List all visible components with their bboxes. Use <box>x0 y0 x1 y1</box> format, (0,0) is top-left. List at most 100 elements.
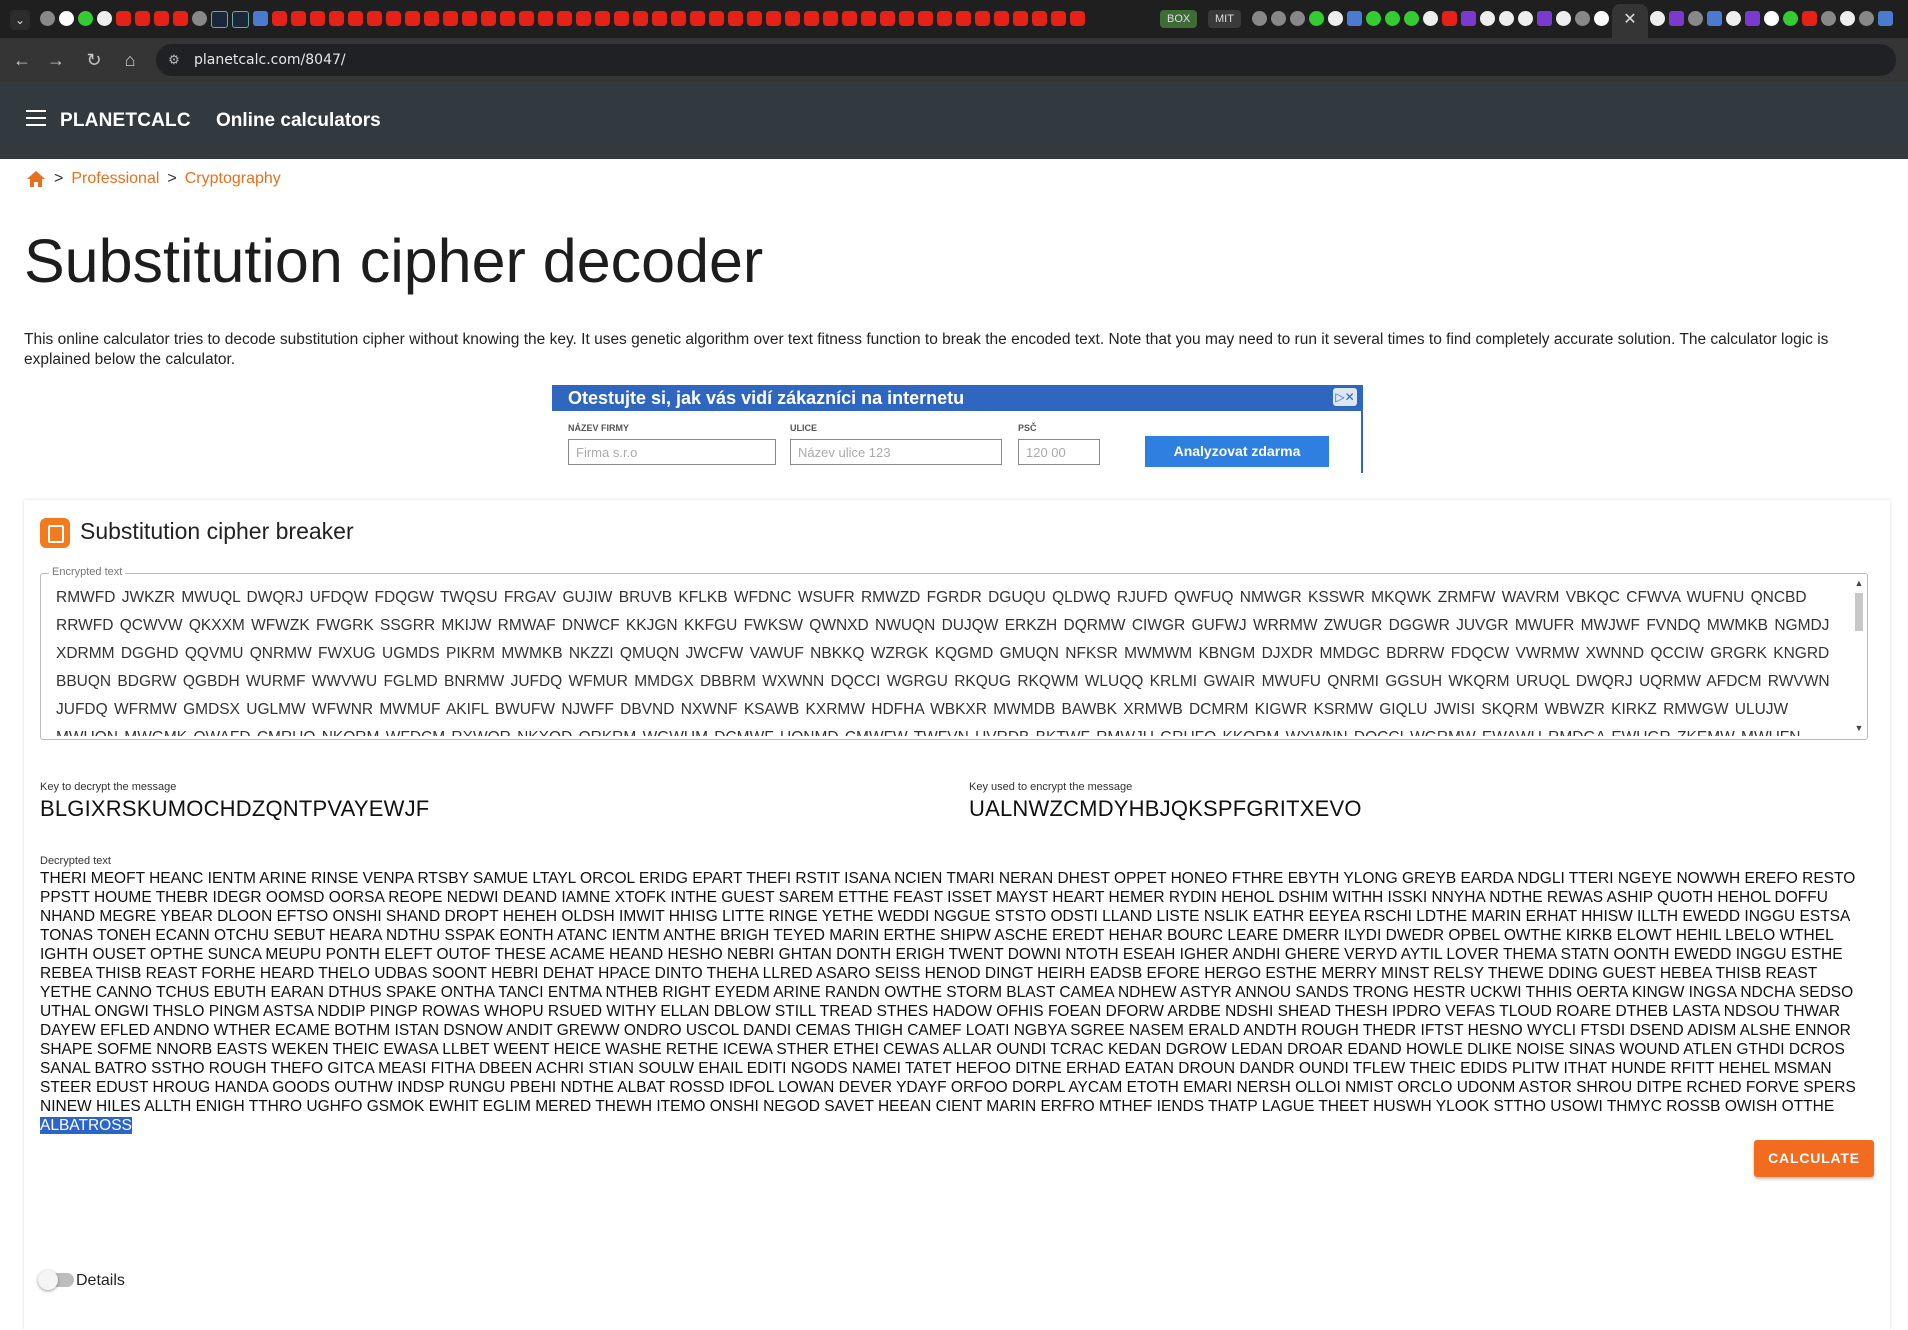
tab-favicon[interactable] <box>1518 11 1533 26</box>
details-toggle[interactable] <box>38 1270 74 1290</box>
tab-favicon[interactable] <box>59 11 74 26</box>
tab-favicon[interactable] <box>1013 11 1028 26</box>
tab-favicon[interactable] <box>348 11 363 26</box>
tab-favicon[interactable] <box>576 11 591 26</box>
tab-favicon[interactable] <box>40 11 55 26</box>
tab-favicon[interactable] <box>1783 11 1798 26</box>
tab-favicon[interactable] <box>1051 11 1066 26</box>
tab-favicon[interactable] <box>386 11 401 26</box>
tab-favicon[interactable] <box>1556 11 1571 26</box>
tab-favicon[interactable] <box>956 11 971 26</box>
active-tab-close-button[interactable]: ✕ <box>1612 4 1648 38</box>
forward-arrow-icon[interactable]: → <box>42 46 70 74</box>
tab-group-box[interactable]: BOX <box>1160 10 1198 28</box>
tab-favicon[interactable] <box>500 11 515 26</box>
ad-close-icon[interactable]: ▷✕ <box>1333 388 1357 406</box>
tab-favicon[interactable] <box>709 11 724 26</box>
tab-favicon[interactable] <box>1764 11 1779 26</box>
tab-favicon[interactable] <box>173 11 188 26</box>
url-text[interactable]: planetcalc.com/8047/ <box>194 52 346 68</box>
tab-favicon[interactable] <box>1878 11 1893 26</box>
tab-favicon[interactable] <box>1480 11 1495 26</box>
nav-online-calculators[interactable]: Online calculators <box>216 110 381 132</box>
reload-icon[interactable]: ↻ <box>80 46 108 74</box>
tab-favicon[interactable] <box>728 11 743 26</box>
tab-favicon[interactable] <box>135 11 150 26</box>
tab-favicon[interactable] <box>1802 11 1817 26</box>
tab-favicon[interactable] <box>614 11 629 26</box>
home-icon[interactable] <box>26 170 46 188</box>
breadcrumb-professional[interactable]: Professional <box>71 170 159 188</box>
details-label[interactable]: Details <box>76 1272 125 1290</box>
tab-favicon[interactable] <box>1461 11 1476 26</box>
tab-favicon[interactable] <box>1290 11 1305 26</box>
tab-favicon[interactable] <box>1404 11 1419 26</box>
tab-favicon[interactable] <box>1821 11 1836 26</box>
calculate-button[interactable]: CALCULATE <box>1754 1140 1874 1177</box>
tab-favicon[interactable] <box>1726 11 1741 26</box>
tab-favicon[interactable] <box>443 11 458 26</box>
tab-favicon[interactable] <box>1385 11 1400 26</box>
address-bar[interactable]: ⚙ planetcalc.com/8047/ <box>156 44 1896 76</box>
tab-favicon[interactable] <box>899 11 914 26</box>
tab-favicon[interactable] <box>1252 11 1267 26</box>
home-icon[interactable]: ⌂ <box>116 46 144 74</box>
breadcrumb-cryptography[interactable]: Cryptography <box>185 170 281 188</box>
tab-favicon[interactable] <box>232 11 249 28</box>
tab-favicon[interactable] <box>804 11 819 26</box>
ad-company-input[interactable]: Firma s.r.o <box>568 439 776 465</box>
scrollbar-thumb[interactable] <box>1855 593 1863 631</box>
encrypted-text-value[interactable]: RMWFD JWKZR MWUQL DWQRJ UFDQW FDQGW TWQS… <box>56 584 1846 736</box>
tab-favicon[interactable] <box>538 11 553 26</box>
tab-favicon[interactable] <box>154 11 169 26</box>
tab-favicon[interactable] <box>405 11 420 26</box>
encrypted-text-field[interactable]: Encrypted text RMWFD JWKZR MWUQL DWQRJ U… <box>40 566 1868 740</box>
tab-favicon[interactable] <box>766 11 781 26</box>
tab-favicon[interactable] <box>747 11 762 26</box>
toggle-knob[interactable] <box>38 1270 58 1290</box>
hamburger-menu-icon[interactable] <box>26 110 46 128</box>
tab-favicon[interactable] <box>310 11 325 26</box>
tab-search-dropdown-icon[interactable]: ⌄ <box>10 10 30 30</box>
tab-favicon[interactable] <box>557 11 572 26</box>
tab-favicon[interactable] <box>519 11 534 26</box>
tab-favicon[interactable] <box>78 11 93 26</box>
ad-banner[interactable]: Otestujte si, jak vás vidí zákazníci na … <box>552 385 1363 473</box>
tab-favicon[interactable] <box>1347 11 1362 26</box>
scroll-down-icon[interactable]: ▼ <box>1854 723 1864 733</box>
ad-title[interactable]: Otestujte si, jak vás vidí zákazníci na … <box>552 385 1361 411</box>
ad-street-input[interactable]: Název ulice 123 <box>790 439 1002 465</box>
tab-favicon[interactable] <box>1707 11 1722 26</box>
tab-favicon[interactable] <box>994 11 1009 26</box>
tab-favicon[interactable] <box>462 11 477 26</box>
tab-favicon[interactable] <box>671 11 686 26</box>
tab-favicon[interactable] <box>1423 11 1438 26</box>
ad-zip-input[interactable]: 120 00 <box>1018 439 1100 465</box>
encrypted-text-scrollbar[interactable]: ▲ ▼ <box>1852 577 1866 735</box>
tab-favicon[interactable] <box>97 11 112 26</box>
tab-favicon[interactable] <box>1328 11 1343 26</box>
tab-favicon[interactable] <box>633 11 648 26</box>
tab-favicon[interactable] <box>1309 11 1324 26</box>
scroll-up-icon[interactable]: ▲ <box>1854 578 1864 588</box>
tab-favicon[interactable] <box>975 11 990 26</box>
tab-favicon[interactable] <box>1745 11 1760 26</box>
tab-favicon[interactable] <box>211 11 228 28</box>
tab-favicon[interactable] <box>785 11 800 26</box>
tab-favicon[interactable] <box>272 11 287 26</box>
tab-favicon[interactable] <box>367 11 382 26</box>
tab-favicon[interactable] <box>1650 11 1665 26</box>
tab-favicon[interactable] <box>690 11 705 26</box>
tab-favicon[interactable] <box>937 11 952 26</box>
site-settings-icon[interactable]: ⚙ <box>166 52 182 68</box>
tab-favicon[interactable] <box>1688 11 1703 26</box>
tab-favicon[interactable] <box>1669 11 1684 26</box>
tab-favicon[interactable] <box>880 11 895 26</box>
tab-favicon[interactable] <box>329 11 344 26</box>
tab-favicon[interactable] <box>1271 11 1286 26</box>
tab-favicon[interactable] <box>481 11 496 26</box>
tab-favicon[interactable] <box>424 11 439 26</box>
tab-favicon[interactable] <box>1366 11 1381 26</box>
tab-group-mit[interactable]: MIT <box>1208 10 1241 28</box>
back-arrow-icon[interactable]: ← <box>8 46 36 74</box>
